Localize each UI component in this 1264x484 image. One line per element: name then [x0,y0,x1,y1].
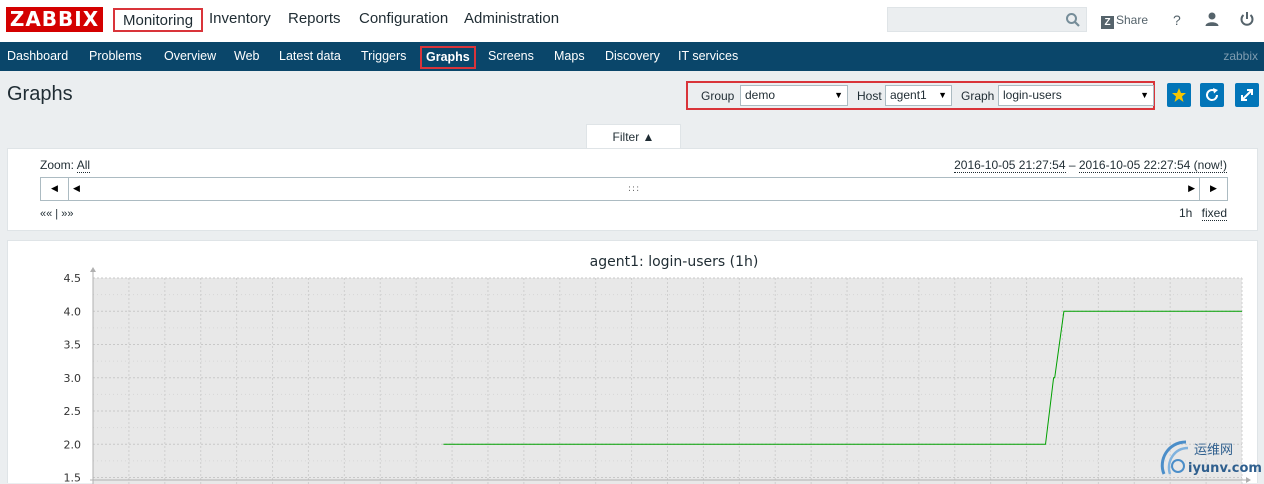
filter-panel: Zoom: All 2016-10-05 21:27:54 – 2016-10-… [7,148,1258,231]
y-tick-label: 4.0 [64,305,82,318]
period-separator: – [1066,158,1079,172]
zoom-control: Zoom: All [40,158,90,172]
period-end[interactable]: 2016-10-05 22:27:54 [1079,158,1190,173]
chevron-down-icon: ▼ [834,86,843,105]
slider-right-handle-icon[interactable]: ▶ [1188,178,1195,200]
group-select[interactable]: demo ▼ [740,85,848,106]
group-select-value: demo [745,88,775,102]
graph-selector-bar: Group demo ▼ Host agent1 ▼ Graph login-u… [686,81,1155,110]
watermark-en: iyunv.com [1188,461,1262,476]
filter-tab[interactable]: Filter ▲ [586,124,681,149]
refresh-icon [1204,87,1220,103]
zabbix-share-icon: Z [1101,16,1114,29]
zoom-label: Zoom: [40,158,74,172]
y-tick-label: 1.5 [64,472,82,484]
fullscreen-button[interactable] [1235,83,1259,107]
subnav-triggers[interactable]: Triggers [361,42,406,71]
y-tick-label: 2.0 [64,438,82,451]
login-users-chart[interactable]: agent1: login-users (1h) 1.5 2.0 2.5 3.0 3.5… [8,241,1259,484]
graph-select[interactable]: login-users ▼ [998,85,1154,106]
period-start[interactable]: 2016-10-05 21:27:54 [954,158,1065,173]
host-select[interactable]: agent1 ▼ [885,85,952,106]
period-now[interactable]: (now!) [1190,158,1227,173]
host-label: Host [857,88,882,104]
server-name: zabbix [1223,42,1258,71]
watermark-cn: 运维网 [1194,443,1233,458]
menu-inventory[interactable]: Inventory [209,8,271,32]
y-tick-label: 2.5 [64,405,82,418]
scroll-left-button[interactable]: ◀ [40,177,69,201]
search-input[interactable] [888,8,1058,31]
plot-background [93,278,1242,484]
subnav-problems[interactable]: Problems [89,42,142,71]
subnav-web[interactable]: Web [234,42,259,71]
timeline-scrollbar: ◀ ◀ ::: ▶ ▶ [40,177,1230,201]
add-to-favourites-button[interactable] [1167,83,1191,107]
time-period: 2016-10-05 21:27:54 – 2016-10-05 22:27:5… [954,158,1227,172]
fixed-toggle[interactable]: fixed [1202,206,1227,221]
period-length: 1h fixed [1179,206,1227,220]
help-icon[interactable]: ? [1173,11,1185,29]
chevron-down-icon: ▼ [1140,86,1149,105]
search-box [887,7,1087,32]
menu-configuration[interactable]: Configuration [359,8,448,32]
search-icon[interactable] [1065,12,1081,28]
subnav-screens[interactable]: Screens [488,42,534,71]
period-nav-links[interactable]: «« | »» [40,207,73,221]
share-button[interactable]: ZShare [1101,11,1148,29]
star-icon [1171,87,1187,103]
plot-area [93,278,1242,484]
sub-navigation: Dashboard Problems Overview Web Latest d… [0,42,1264,71]
subnav-dashboard[interactable]: Dashboard [7,42,68,71]
slider-left-handle-icon[interactable]: ◀ [73,178,80,200]
subnav-maps[interactable]: Maps [554,42,585,71]
graph-select-value: login-users [1003,88,1062,102]
scroll-right-button[interactable]: ▶ [1199,177,1228,201]
chevron-down-icon: ▼ [938,86,947,105]
timeline-track[interactable]: ◀ ::: ▶ [69,177,1199,201]
subnav-discovery[interactable]: Discovery [605,42,660,71]
graph-panel: agent1: login-users (1h) 1.5 2.0 2.5 3.0 3.5… [7,240,1258,483]
menu-monitoring[interactable]: Monitoring [113,8,203,32]
zabbix-logo[interactable]: ZABBIX [6,7,103,32]
subnav-graphs[interactable]: Graphs [420,46,476,69]
page-title: Graphs [7,80,73,108]
refresh-button[interactable] [1200,83,1224,107]
graph-label: Graph [961,88,994,104]
y-tick-label: 4.5 [64,272,82,285]
fullscreen-icon [1239,87,1255,103]
watermark-logo: 运维网 iyunv.com [1158,436,1262,480]
sign-out-icon[interactable] [1239,11,1255,27]
y-tick-label: 3.0 [64,372,82,385]
chart-title: agent1: login-users (1h) [590,254,759,270]
menu-administration[interactable]: Administration [464,8,559,32]
zoom-all-link[interactable]: All [77,158,90,173]
y-axis-arrow-icon [90,267,96,272]
share-label: Share [1116,13,1148,27]
y-axis-ticks: 1.5 2.0 2.5 3.0 3.5 4.0 4.5 [64,272,82,484]
slider-grip-icon[interactable]: ::: [628,178,640,200]
subnav-it-services[interactable]: IT services [678,42,738,71]
y-tick-label: 3.5 [64,339,82,352]
group-label: Group [701,88,734,104]
menu-reports[interactable]: Reports [288,8,341,32]
subnav-latest-data[interactable]: Latest data [279,42,341,71]
period-length-value: 1h [1179,206,1192,220]
subnav-overview[interactable]: Overview [164,42,216,71]
host-select-value: agent1 [890,88,927,102]
top-header: ZABBIX Monitoring Inventory Reports Conf… [0,0,1264,42]
user-profile-icon[interactable] [1204,11,1220,27]
